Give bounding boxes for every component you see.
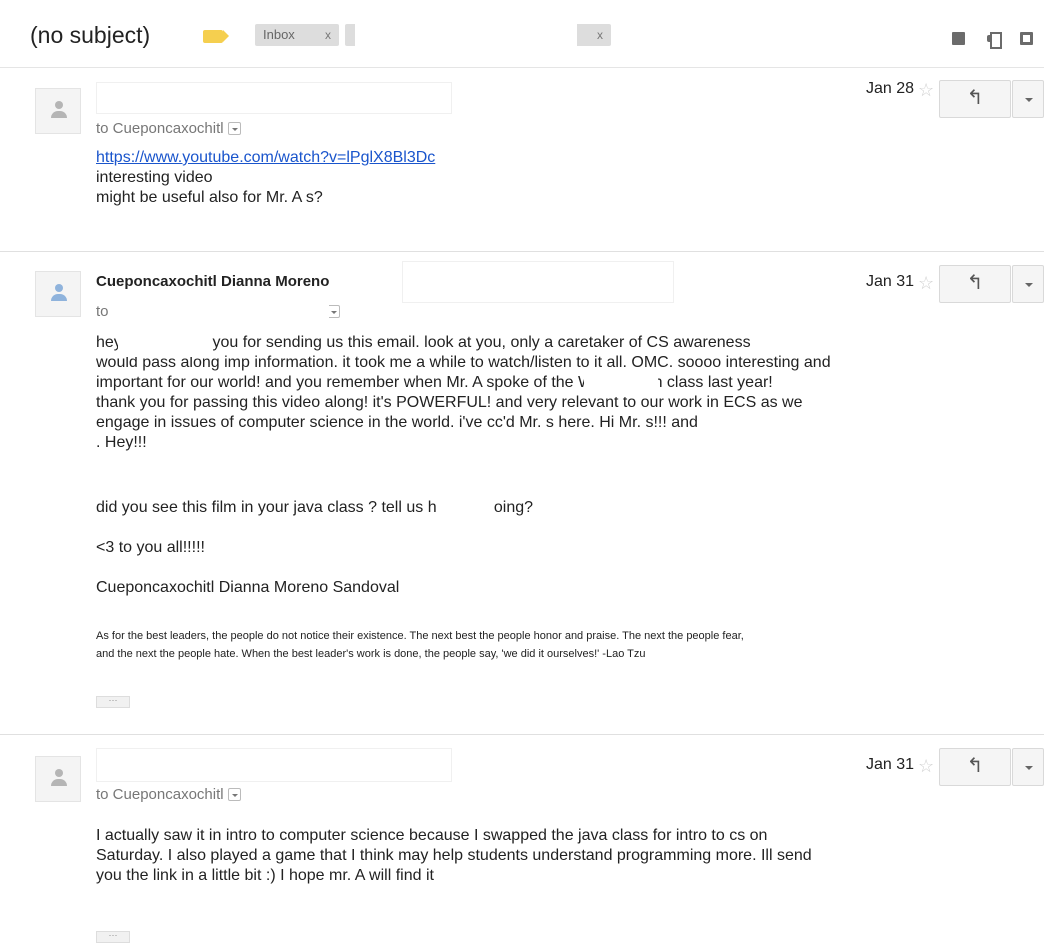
redaction (355, 12, 577, 62)
label-remove-icon[interactable]: x (325, 24, 331, 46)
avatar (35, 88, 81, 134)
redaction (346, 184, 418, 234)
redaction (118, 335, 210, 357)
details-dropdown-icon[interactable] (227, 122, 241, 135)
body-line: important for our world! and you remembe… (96, 374, 773, 391)
body-line: you the link in a little bit :) I hope m… (96, 867, 496, 884)
quote-line: and the next the people hate. When the b… (96, 648, 646, 660)
video-link[interactable]: https://www.youtube.com/watch?v=lPglX8Bl… (96, 148, 1036, 168)
thread-header: (no subject) Inbox x x (0, 0, 1044, 68)
recipient-line[interactable]: to Cueponcaxochitl (96, 786, 241, 803)
message-3: to Cueponcaxochitl Jan 31 ☆ ↰ I actually… (0, 736, 1044, 951)
redaction (438, 864, 514, 888)
redaction (94, 455, 176, 477)
print-icon[interactable] (987, 32, 1002, 49)
body-line: might be useful also for Mr. A s? (96, 189, 323, 206)
thread-subject: (no subject) (30, 22, 151, 48)
message-body: I actually saw it in intro to computer s… (96, 826, 1036, 886)
quote-line: As for the best leaders, the people do n… (96, 630, 744, 642)
star-icon[interactable]: ☆ (918, 756, 934, 777)
message-date: Jan 31 (865, 756, 914, 773)
recipient-line[interactable]: to Cueponcaxochitl (96, 120, 241, 137)
archive-icon[interactable] (952, 32, 965, 45)
sender-name: Cueponcaxochitl Dianna Moreno (96, 273, 330, 290)
message-1: to Cueponcaxochitl Jan 28 ☆ ↰ https://ww… (0, 68, 1044, 252)
message-2: Cueponcaxochitl Dianna Moreno to Jan 31 … (0, 253, 1044, 735)
body-line: Saturday. I also played a game that I th… (96, 847, 812, 864)
body-line: interesting video (96, 169, 213, 186)
details-dropdown-icon[interactable] (227, 788, 241, 801)
reply-button[interactable]: ↰ (939, 80, 1011, 118)
message-date: Jan 31 (865, 273, 914, 290)
show-trimmed-content-button[interactable]: ··· (96, 931, 130, 943)
redaction (402, 261, 674, 303)
more-actions-button[interactable] (1012, 748, 1044, 786)
redaction (115, 297, 329, 327)
star-icon[interactable]: ☆ (918, 80, 934, 101)
avatar (35, 756, 81, 802)
more-actions-button[interactable] (1012, 80, 1044, 118)
body-paragraph: <3 to you all!!!!! (96, 539, 205, 556)
body-line: I actually saw it in intro to computer s… (96, 827, 768, 844)
body-line: thank you for passing this video along! … (96, 394, 803, 411)
body-line: hey , yes! thank you for sending us this… (96, 334, 751, 351)
reply-button[interactable]: ↰ (939, 748, 1011, 786)
reply-button[interactable]: ↰ (939, 265, 1011, 303)
redaction (96, 82, 452, 114)
avatar (35, 271, 81, 317)
show-trimmed-content-button[interactable]: ··· (96, 696, 130, 708)
star-icon[interactable]: ☆ (918, 273, 934, 294)
body-line: would pass along imp information. it too… (96, 354, 831, 371)
signature-name: Cueponcaxochitl Dianna Moreno Sandoval (96, 579, 400, 596)
label-chip-inbox[interactable]: Inbox x (255, 24, 339, 46)
redaction (432, 435, 518, 457)
message-body: https://www.youtube.com/watch?v=lPglX8Bl… (96, 148, 1036, 208)
message-date: Jan 28 (865, 80, 914, 97)
redaction (822, 435, 908, 457)
label-remove-icon[interactable]: x (597, 24, 603, 46)
redaction (436, 495, 494, 521)
label-importance-icon[interactable] (203, 30, 229, 43)
new-window-icon[interactable] (1020, 32, 1033, 45)
body-line: engage in issues of computer science in … (96, 414, 698, 431)
more-actions-button[interactable] (1012, 265, 1044, 303)
label-chip-text: Inbox (263, 27, 295, 42)
redaction (584, 375, 658, 397)
body-paragraph: did you see this film in your java class… (96, 499, 534, 516)
redaction (96, 748, 452, 782)
signature-quote: As for the best leaders, the people do n… (96, 627, 1041, 663)
